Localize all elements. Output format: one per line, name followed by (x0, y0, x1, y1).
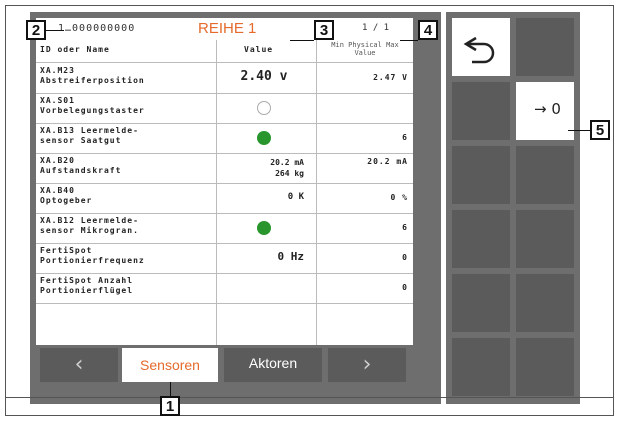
undo-icon (463, 36, 495, 64)
row-name: XA.B13 Leermelde-sensor Saatgut (40, 126, 139, 145)
column-header: ID oder Name Value Min Physical Max Valu… (36, 40, 413, 63)
softkey[interactable] (452, 338, 510, 396)
softkey[interactable] (452, 82, 510, 140)
softkey[interactable] (452, 146, 510, 204)
row-name: XA.M23 Abstreiferposition (40, 66, 145, 85)
status-on-icon (257, 131, 271, 145)
callout-5: 5 (590, 120, 610, 140)
callout-leader (400, 40, 418, 41)
row-max-value: 20.2 mA (367, 157, 408, 166)
column-name: ID oder Name (40, 45, 110, 54)
table-row: XA.B40 Optogeber 0 K 0 % (36, 183, 413, 214)
back-softkey[interactable] (452, 18, 510, 76)
row-name: XA.B20 Aufstandskraft (40, 156, 122, 175)
row-max-value: 0 (402, 253, 408, 262)
callout-leader (46, 30, 64, 31)
prev-page-button[interactable]: ‹ (40, 348, 118, 382)
softkey[interactable] (452, 274, 510, 332)
row-value: 0 Hz (277, 250, 305, 263)
table-row: XA.M23 Abstreiferposition 2.40 v 2.47 V (36, 63, 413, 94)
row-max-value: 0 (402, 283, 408, 292)
status-off-icon (257, 101, 271, 115)
callout-leader (568, 130, 590, 131)
row-title: REIHE 1 (198, 20, 257, 37)
row-max-value: 6 (402, 133, 408, 142)
softkey[interactable] (452, 210, 510, 268)
softkey[interactable] (516, 274, 574, 332)
table-row: FertiSpot Anzahl Portionierflügel 0 (36, 273, 413, 304)
row-name: XA.B40 Optogeber (40, 186, 93, 205)
callout-leader (170, 382, 171, 396)
table-row: FertiSpot Portionierfrequenz 0 Hz 0 (36, 243, 413, 274)
tab-aktoren[interactable]: Aktoren (224, 348, 322, 382)
table-row: XA.B12 Leermelde-sensor Mikrogran. 6 (36, 213, 413, 244)
callout-1: 1 (160, 396, 180, 416)
row-name: FertiSpot Portionierfrequenz (40, 246, 145, 265)
tab-sensoren[interactable]: Sensoren (122, 348, 218, 382)
zero-label: → 0 (534, 100, 561, 118)
row-max-value: 0 % (390, 193, 408, 202)
row-value: 2.40 v (240, 69, 288, 84)
next-page-button[interactable]: › (328, 348, 406, 382)
reset-zero-softkey[interactable]: → 0 (516, 82, 574, 140)
sensor-screen: 1…000000000 REIHE 1 1 / 1 ID oder Name V… (36, 18, 413, 345)
column-value: Value (244, 45, 274, 54)
softkey[interactable] (516, 210, 574, 268)
row-name: XA.B12 Leermelde-sensor Mikrogran. (40, 216, 139, 235)
callout-2: 2 (26, 20, 46, 40)
page-indicator: 1 / 1 (362, 23, 390, 33)
callout-3: 3 (314, 20, 334, 40)
callout-leader (290, 40, 314, 41)
table-row: XA.S01 Vorbelegungstaster (36, 93, 413, 124)
status-on-icon (257, 221, 271, 235)
softkey[interactable] (516, 146, 574, 204)
softkey[interactable] (516, 18, 574, 76)
column-limits: Min Physical Max Value (331, 41, 399, 57)
serial-number: 1…000000000 (58, 23, 136, 34)
chevron-left-icon: ‹ (74, 352, 84, 377)
figure-baseline (5, 397, 614, 398)
callout-4: 4 (418, 20, 438, 40)
row-max-value: 2.47 V (373, 73, 408, 82)
row-value: 0 K (287, 192, 304, 202)
table-row: XA.B13 Leermelde-sensor Saatgut 6 (36, 123, 413, 154)
row-value: 20.2 mA 264 kg (270, 158, 304, 178)
softkey[interactable] (516, 338, 574, 396)
row-max-value: 6 (402, 223, 408, 232)
screen-header: 1…000000000 REIHE 1 1 / 1 (36, 18, 413, 40)
row-name: XA.S01 Vorbelegungstaster (40, 96, 145, 115)
chevron-right-icon: › (362, 352, 372, 377)
row-name: FertiSpot Anzahl Portionierflügel (40, 276, 134, 295)
table-row: XA.B20 Aufstandskraft 20.2 mA 264 kg 20.2 m… (36, 153, 413, 184)
